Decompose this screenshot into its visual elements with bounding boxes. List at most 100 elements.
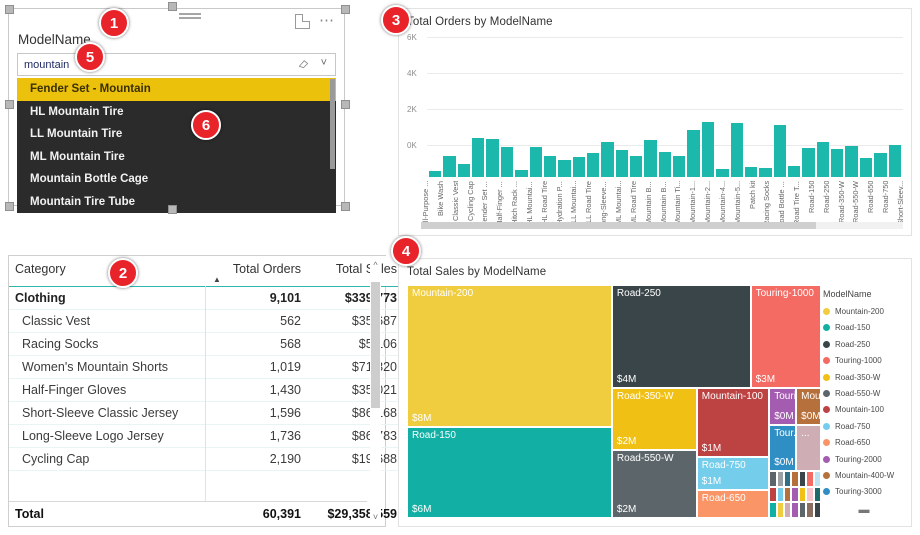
bar-32[interactable] — [888, 144, 901, 177]
search-input[interactable] — [18, 57, 226, 72]
chevron-down-icon[interactable]: ˅ — [321, 57, 327, 69]
bar-6[interactable] — [515, 170, 528, 177]
resize-handle-tc[interactable] — [168, 2, 177, 11]
legend-item-10[interactable]: Mountain-400-W — [823, 471, 905, 480]
bar-22[interactable] — [744, 167, 758, 177]
treemap-tile-7[interactable]: Road-750 $1M — [696, 457, 770, 491]
treemap-tile-9[interactable]: Touri... $0M — [769, 387, 797, 425]
bar-31[interactable] — [874, 152, 887, 177]
treemap-tile-small-10[interactable] — [791, 486, 799, 503]
scroll-up-icon[interactable]: ^ — [371, 260, 380, 270]
bar-0[interactable] — [429, 170, 442, 177]
scroll-down-icon[interactable]: ˅ — [371, 512, 380, 522]
legend-item-0[interactable]: Mountain-200 — [823, 307, 905, 316]
bar-28[interactable] — [831, 149, 844, 177]
treemap-tile-small-8[interactable] — [776, 486, 785, 503]
total-orders-bar-chart-panel[interactable]: Total Orders by ModelName 6K 4K 2K 0K Al… — [398, 8, 912, 236]
treemap-tile-small-6[interactable] — [813, 471, 822, 487]
bar-4[interactable] — [486, 138, 499, 177]
slicer-scrollbar[interactable] — [330, 79, 335, 169]
hamburger-icon[interactable] — [179, 13, 201, 21]
bar-30[interactable] — [859, 158, 873, 177]
slicer-item-list[interactable]: Fender Set - Mountain HL Mountain Tire L… — [17, 78, 336, 213]
treemap-tile-small-11[interactable] — [798, 486, 807, 503]
legend-item-8[interactable]: Road-650 — [823, 438, 905, 447]
slicer-item-1[interactable]: HL Mountain Tire — [17, 101, 336, 124]
treemap-tile-small-0[interactable] — [769, 471, 777, 487]
treemap-tile-4[interactable]: Road-350-W $2M — [611, 387, 697, 451]
legend-item-7[interactable]: Road-750 — [823, 422, 905, 431]
legend-item-2[interactable]: Road-250 — [823, 340, 905, 349]
treemap-tile-2[interactable]: Road-250 $4M — [611, 285, 751, 388]
bar-5[interactable] — [500, 146, 514, 177]
bar-19[interactable] — [701, 122, 715, 177]
bar-10[interactable] — [572, 156, 585, 177]
treemap-tile-small-18[interactable] — [798, 502, 807, 518]
column-header-total-sales[interactable]: Total Sales — [307, 256, 403, 287]
focus-mode-icon[interactable] — [295, 14, 310, 29]
bar-7[interactable] — [529, 146, 542, 177]
slicer-item-3[interactable]: ML Mountain Tire — [17, 146, 336, 169]
slicer-item-2[interactable]: LL Mountain Tire — [17, 123, 336, 146]
bar-17[interactable] — [673, 155, 686, 177]
treemap-tile-1[interactable]: Road-150 $6M — [407, 427, 612, 518]
treemap-tile-3[interactable]: Touring-1000 $3M — [750, 285, 821, 388]
bar-11[interactable] — [586, 152, 600, 177]
treemap-tile-small-17[interactable] — [791, 502, 799, 518]
treemap-tile-small-14[interactable] — [769, 502, 777, 518]
treemap-tile-small-4[interactable] — [798, 471, 807, 487]
slicer-item-0[interactable]: Fender Set - Mountain — [17, 78, 336, 101]
treemap-tile-small-13[interactable] — [813, 486, 822, 503]
bar-9[interactable] — [558, 160, 571, 177]
treemap-tile-small-3[interactable] — [791, 471, 799, 487]
legend-item-5[interactable]: Road-550-W — [823, 389, 905, 398]
legend-item-9[interactable]: Touring-2000 — [823, 455, 905, 464]
treemap-tile-5[interactable]: Road-550-W $2M — [611, 450, 697, 518]
more-options-icon[interactable]: ⋯ — [319, 11, 335, 29]
scrollbar-thumb[interactable] — [371, 282, 380, 408]
table-row[interactable]: Women's Mountain Shorts 1,019 $71,320 — [9, 355, 403, 379]
treemap-tile-small-16[interactable] — [784, 502, 792, 518]
bar-series[interactable] — [429, 65, 901, 177]
column-header-category[interactable]: Category — [9, 256, 205, 287]
bar-20[interactable] — [716, 169, 729, 177]
resize-handle-tl[interactable] — [5, 5, 14, 14]
bar-26[interactable] — [802, 148, 815, 177]
treemap-tile-small-20[interactable] — [813, 502, 822, 518]
slicer-item-4[interactable]: Mountain Bottle Cage — [17, 168, 336, 191]
legend-item-6[interactable]: Mountain-100 — [823, 405, 905, 414]
legend-more-icon[interactable]: ▬ — [823, 504, 905, 516]
treemap-tiles[interactable]: Mountain-200 $8M Road-150 $6M Road-250 $4M Roa… — [407, 285, 822, 518]
bar-25[interactable] — [787, 165, 801, 177]
resize-handle-mr[interactable] — [341, 100, 350, 109]
bar-15[interactable] — [644, 140, 657, 177]
bar-27[interactable] — [816, 142, 830, 177]
legend-item-11[interactable]: Touring-3000 — [823, 487, 905, 496]
column-header-total-orders[interactable]: Total Orders ▲ — [205, 256, 307, 287]
treemap-tile-small-19[interactable] — [806, 502, 814, 518]
resize-handle-br[interactable] — [341, 202, 350, 211]
legend-item-3[interactable]: Touring-1000 — [823, 356, 905, 365]
treemap-tile-11[interactable]: Tour... $0M — [769, 424, 797, 472]
bar-18[interactable] — [687, 130, 700, 177]
treemap-tile-0[interactable]: Mountain-200 $8M — [407, 285, 612, 428]
bar-13[interactable] — [615, 150, 629, 177]
treemap-tile-8[interactable]: Road-650 — [696, 490, 770, 518]
treemap-tile-small-5[interactable] — [806, 471, 814, 487]
table-row[interactable]: Short-Sleeve Classic Jersey 1,596 $86,16… — [9, 401, 403, 425]
treemap-tile-small-2[interactable] — [784, 471, 792, 487]
treemap-tile-small-9[interactable] — [784, 486, 792, 503]
bar-16[interactable] — [658, 152, 672, 177]
bar-1[interactable] — [443, 155, 456, 177]
table-scrollbar[interactable]: ^ ˅ — [370, 260, 381, 522]
table-row[interactable]: Long-Sleeve Logo Jersey 1,736 $86,783 — [9, 424, 403, 448]
bar-14[interactable] — [630, 155, 643, 177]
bar-21[interactable] — [730, 123, 743, 177]
resize-handle-tr[interactable] — [341, 5, 350, 14]
legend-item-1[interactable]: Road-150 — [823, 323, 905, 332]
treemap-tile-12[interactable]: ... — [796, 424, 821, 472]
eraser-icon[interactable] — [298, 58, 309, 69]
bar-23[interactable] — [759, 168, 772, 177]
slicer-search-box[interactable]: ˅ — [17, 53, 336, 76]
bar-29[interactable] — [845, 145, 858, 177]
